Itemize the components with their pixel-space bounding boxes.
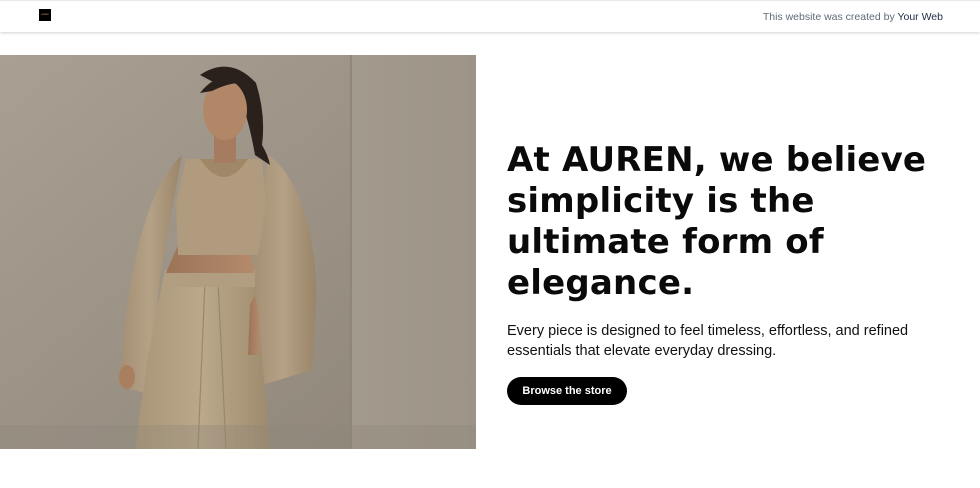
hero-headline: At AUREN, we believe simplicity is the u… — [507, 140, 927, 303]
credit-link[interactable]: Your Web — [897, 11, 943, 23]
brand-logo[interactable]: AUREN — [39, 9, 51, 21]
hero-subtext: Every piece is designed to feel timeless… — [507, 323, 909, 359]
browse-store-button[interactable]: Browse the store — [507, 377, 627, 405]
hero-photo — [0, 55, 476, 449]
brand-logo-text: AUREN — [41, 14, 49, 16]
builder-credit: This website was created by Your Web — [763, 10, 943, 24]
model-photo-illustration — [0, 55, 476, 449]
site-header: AUREN This website was created by Your W… — [0, 0, 980, 32]
credit-prefix: This website was created by — [762, 11, 895, 23]
hero-content: At AUREN, we believe simplicity is the u… — [507, 140, 947, 405]
